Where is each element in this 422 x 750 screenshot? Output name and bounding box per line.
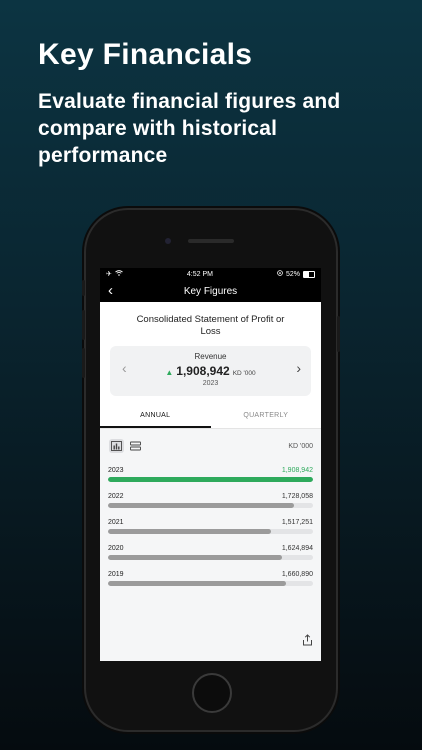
front-camera	[165, 238, 171, 244]
status-time: 4:52 PM	[186, 270, 213, 278]
bar-row[interactable]: 2019 1,660,890	[108, 571, 313, 597]
bar-value-label: 1,624,894	[281, 545, 313, 552]
bar-value-label: 1,908,942	[281, 467, 313, 474]
bar-value-label: 1,728,058	[281, 493, 313, 500]
phone-volume-up	[82, 310, 85, 340]
phone-silent-switch	[82, 280, 85, 296]
battery-icon	[303, 270, 315, 278]
tab-quarterly[interactable]: QUARTERLY	[211, 406, 322, 428]
bar-rows: 2023 1,908,942 2022 1,728,058 2021 1,517,251 2…	[100, 453, 321, 597]
bar-track	[108, 555, 313, 560]
bar	[108, 503, 294, 508]
earpiece-speaker	[188, 239, 234, 243]
bar-row[interactable]: 2022 1,728,058	[108, 493, 313, 519]
page-title: Key Figures	[183, 285, 238, 297]
next-metric-chevron-icon[interactable]: ›	[296, 361, 301, 375]
airplane-icon: ✈	[106, 271, 112, 278]
bar-year-label: 2023	[108, 467, 124, 474]
navigation-bar: ‹ Key Figures	[100, 280, 321, 302]
phone-power-button	[337, 316, 340, 352]
bar-track	[108, 581, 313, 586]
trend-up-icon: ▲	[165, 368, 174, 377]
bar-row[interactable]: 2021 1,517,251	[108, 519, 313, 545]
bar-year-label: 2022	[108, 493, 124, 500]
phone-volume-down	[82, 348, 85, 378]
bar-chart-icon[interactable]	[109, 439, 124, 453]
previous-metric-chevron-icon[interactable]: ‹	[122, 361, 127, 375]
bar	[108, 581, 287, 586]
bar-track	[108, 503, 313, 508]
metric-unit: KD '000	[232, 370, 256, 377]
home-button[interactable]	[192, 673, 232, 713]
bar-track	[108, 529, 313, 534]
chart-panel: KD '000 2023 1,908,942 2022 1,728,058 2021 1,…	[100, 429, 321, 661]
share-icon[interactable]	[302, 633, 313, 651]
metric-year: 2023	[202, 380, 219, 387]
phone-frame: ✈ 4:52 PM 52% ‹ Key Figures Consolidated…	[82, 210, 340, 730]
metric-value: 1,908,942	[176, 364, 230, 378]
bar-row[interactable]: 2020 1,624,894	[108, 545, 313, 571]
promo-headline: Key Financials	[38, 38, 253, 71]
bar	[108, 555, 283, 560]
bar	[108, 477, 313, 482]
metric-label: Revenue	[194, 352, 227, 361]
bar	[108, 529, 271, 534]
chevron-left-icon[interactable]: ‹	[108, 283, 113, 298]
list-icon[interactable]	[128, 439, 143, 453]
bar-track	[108, 477, 313, 482]
bar-year-label: 2021	[108, 519, 124, 526]
app-screen: ✈ 4:52 PM 52% ‹ Key Figures Consolidated…	[100, 268, 321, 661]
battery-percent: 52%	[285, 270, 300, 278]
metric-card: ‹ Revenue ▲ 1,908,942 KD '000 2023 ›	[110, 346, 311, 396]
tab-annual[interactable]: ANNUAL	[100, 406, 211, 428]
period-tabs: ANNUAL QUARTERLY	[100, 406, 321, 429]
status-bar: ✈ 4:52 PM 52%	[100, 268, 321, 280]
bar-value-label: 1,660,890	[281, 571, 313, 578]
statement-title: Consolidated Statement of Profit or Loss	[136, 314, 285, 337]
bar-year-label: 2019	[108, 571, 124, 578]
orientation-lock-icon	[277, 270, 283, 278]
promo-subheadline: Evaluate financial figures and compare w…	[38, 90, 341, 167]
chart-unit-label: KD '000	[288, 442, 313, 450]
bar-value-label: 1,517,251	[281, 519, 313, 526]
bar-row[interactable]: 2023 1,908,942	[108, 467, 313, 493]
wifi-icon	[115, 270, 123, 278]
bar-year-label: 2020	[108, 545, 124, 552]
